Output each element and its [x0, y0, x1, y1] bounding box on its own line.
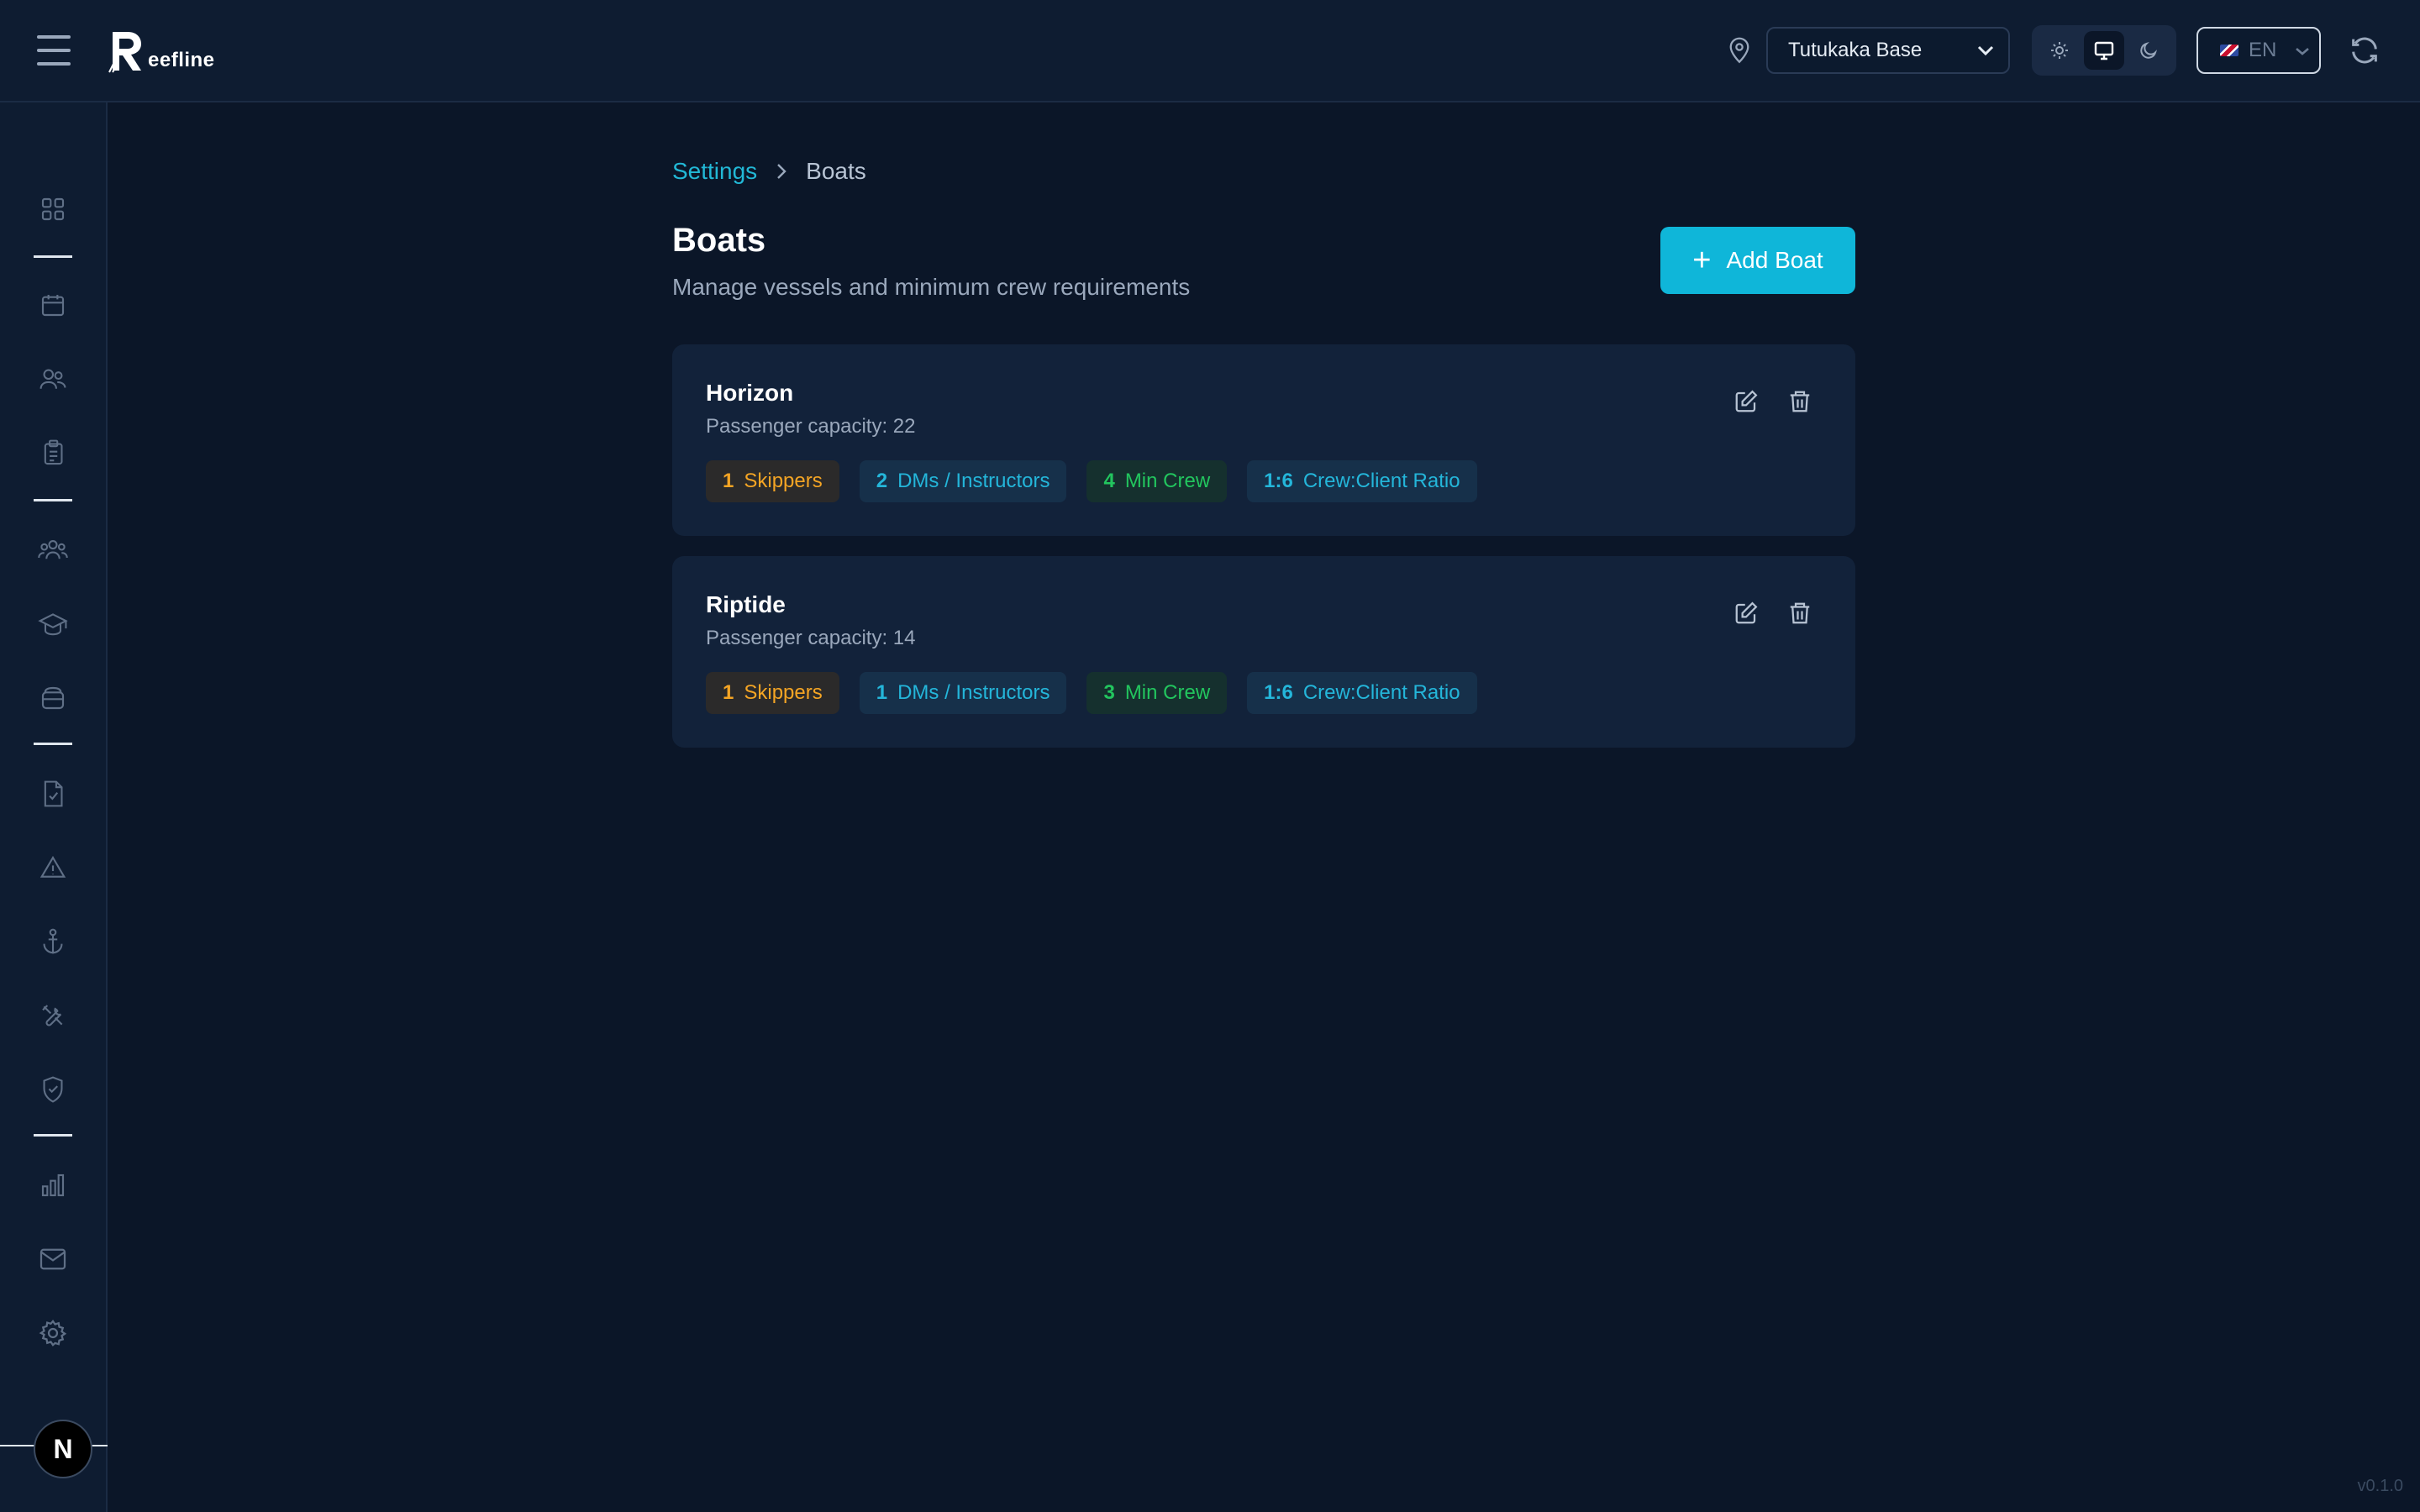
flag-uk-icon [2220, 45, 2238, 56]
boat-capacity: Passenger capacity: 22 [706, 415, 916, 438]
shield-check-icon[interactable] [34, 1070, 72, 1109]
file-check-icon[interactable] [34, 774, 72, 813]
crew-client-ratio-badge: 1:6 Crew:Client Ratio [1247, 460, 1477, 502]
graduation-cap-icon[interactable] [34, 605, 72, 643]
crew-badges: 1 Skippers 1 DMs / Instructors 3 Min Crew 1… [706, 672, 1477, 714]
boat-actions [1731, 386, 1815, 417]
min-crew-badge: 3 Min Crew [1086, 672, 1228, 714]
chevron-right-icon [776, 162, 787, 181]
logo-text: eefline [148, 49, 215, 71]
theme-system-button[interactable] [2083, 31, 2124, 70]
edit-icon[interactable] [1731, 598, 1761, 628]
min-crew-badge: 4 Min Crew [1086, 460, 1228, 502]
calendar-icon[interactable] [34, 286, 72, 324]
bar-chart-icon[interactable] [34, 1166, 72, 1205]
language-select[interactable]: EN [2196, 27, 2321, 74]
users-icon[interactable] [34, 360, 72, 398]
skippers-badge: 1 Skippers [706, 672, 839, 714]
boat-name: Horizon [706, 380, 794, 406]
page-title: Boats [672, 222, 766, 259]
tools-icon[interactable] [34, 996, 72, 1035]
chevron-down-icon [1976, 39, 1995, 62]
briefcase-icon[interactable] [34, 679, 72, 717]
page-subtitle: Manage vessels and minimum crew requirem… [672, 274, 1191, 300]
trash-icon[interactable] [1785, 386, 1815, 417]
language-select-current: EN [2220, 39, 2276, 62]
add-boat-button-label: Add Boat [1726, 247, 1823, 273]
sidebar-divider [34, 499, 72, 501]
gear-icon[interactable] [34, 1314, 72, 1352]
refresh-icon[interactable] [2348, 34, 2381, 71]
clipboard-icon[interactable] [34, 433, 72, 472]
skippers-badge: 1 Skippers [706, 460, 839, 502]
group-icon[interactable] [34, 531, 72, 570]
sun-icon [2050, 42, 2068, 59]
theme-switcher [2032, 25, 2176, 76]
plus-icon: + [1692, 243, 1712, 278]
logo-mark [108, 32, 141, 73]
dms-instructors-badge: 1 DMs / Instructors [859, 672, 1067, 714]
breadcrumb-current: Boats [806, 158, 866, 184]
app-version: v0.1.0 [2357, 1477, 2403, 1495]
sidebar-divider [34, 255, 72, 258]
mail-icon[interactable] [34, 1240, 72, 1278]
crew-badges: 1 Skippers 2 DMs / Instructors 4 Min Crew 1… [706, 460, 1477, 502]
sidebar-divider [34, 1134, 72, 1137]
trash-icon[interactable] [1785, 598, 1815, 628]
anchor-icon[interactable] [34, 922, 72, 961]
monitor-icon [2094, 41, 2114, 60]
top-bar: eefline Tutukaka Base EN [0, 0, 2420, 102]
boat-name: Riptide [706, 591, 786, 617]
base-select-value: Tutukaka Base [1788, 39, 1923, 61]
language-select-value: EN [2249, 39, 2277, 61]
dashboard-icon[interactable] [34, 190, 72, 228]
theme-dark-button[interactable] [2128, 31, 2169, 70]
dms-instructors-badge: 2 DMs / Instructors [859, 460, 1067, 502]
breadcrumb: Settings Boats [672, 158, 866, 185]
sidebar [0, 102, 108, 1512]
theme-light-button[interactable] [2039, 31, 2080, 70]
breadcrumb-settings-link[interactable]: Settings [672, 158, 757, 185]
alert-triangle-icon[interactable] [34, 848, 72, 887]
chevron-down-icon [2294, 39, 2311, 62]
sidebar-divider [34, 743, 72, 745]
boat-capacity: Passenger capacity: 14 [706, 627, 916, 649]
moon-icon [2140, 41, 2158, 59]
crew-client-ratio-badge: 1:6 Crew:Client Ratio [1247, 672, 1477, 714]
user-avatar[interactable]: N [34, 1420, 92, 1478]
edit-icon[interactable] [1731, 386, 1761, 417]
boat-actions [1731, 598, 1815, 628]
logo[interactable]: eefline [108, 25, 215, 76]
boat-card-riptide: Riptide Passenger capacity: 14 1 Skippers… [672, 556, 1855, 748]
location-pin-icon [1728, 37, 1751, 68]
boat-card-horizon: Horizon Passenger capacity: 22 1 Skippers… [672, 344, 1855, 536]
add-boat-button[interactable]: + Add Boat [1660, 227, 1855, 294]
base-select[interactable]: Tutukaka Base [1766, 27, 2010, 74]
menu-icon[interactable] [37, 35, 71, 66]
